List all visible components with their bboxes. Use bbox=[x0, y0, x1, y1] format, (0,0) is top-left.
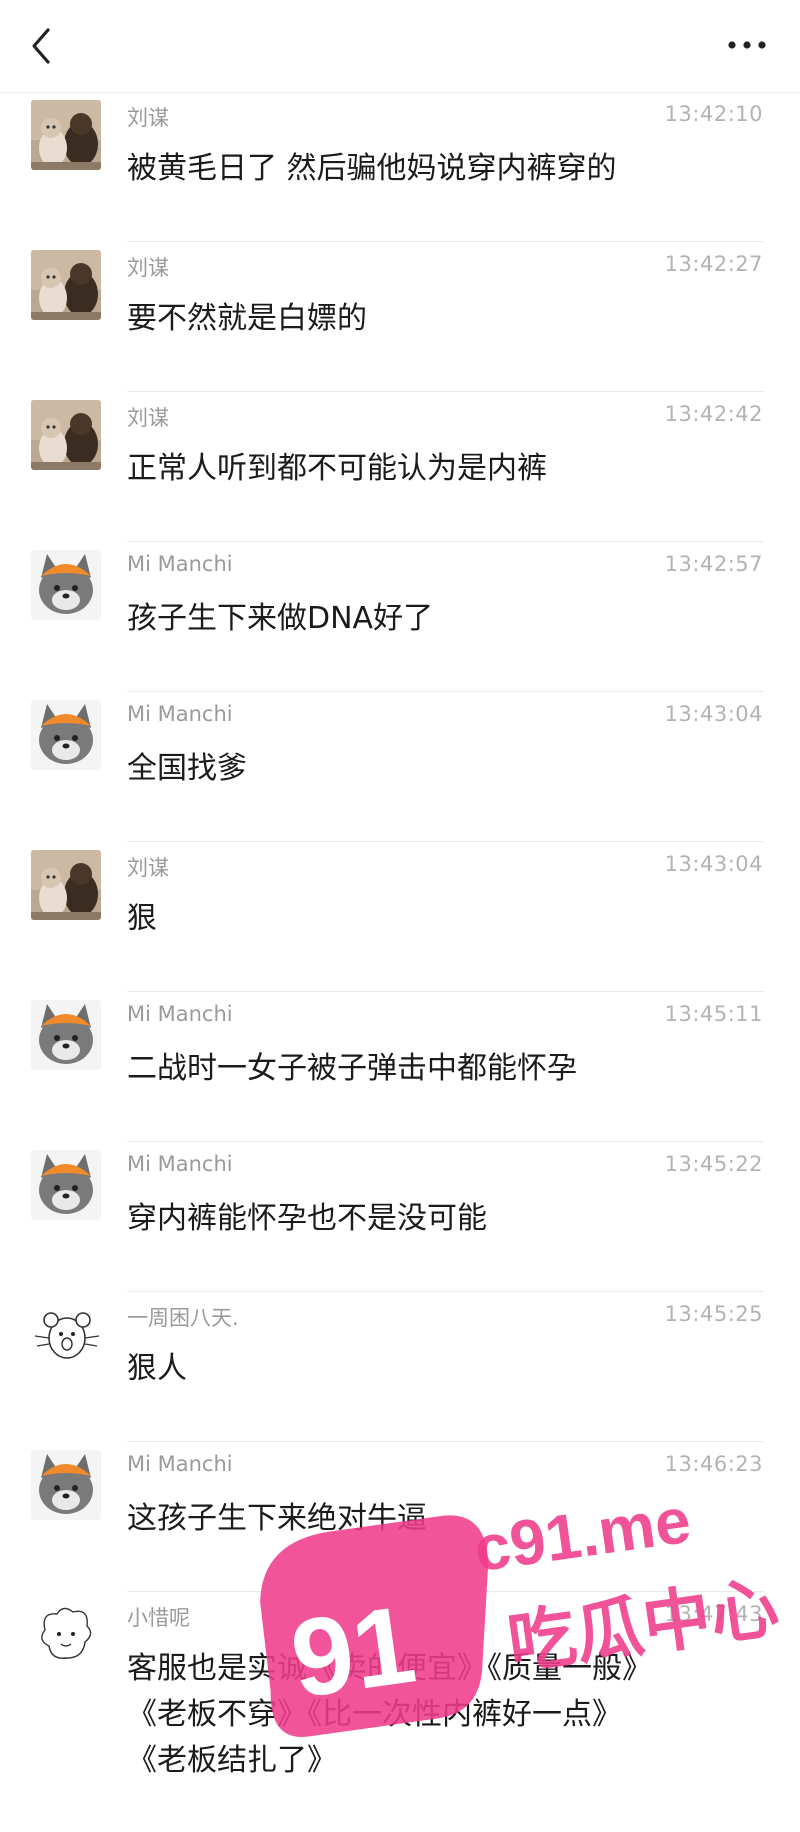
top-bar bbox=[0, 0, 800, 93]
sender-name: Mi Manchi bbox=[127, 1452, 233, 1476]
message-item[interactable]: Mi Manchi 13:42:57 孩子生下来做DNA好了 bbox=[0, 542, 800, 692]
message-item[interactable]: Mi Manchi 13:46:23 这孩子生下来绝对牛逼 bbox=[0, 1442, 800, 1592]
message-time: 13:45:22 bbox=[664, 1152, 763, 1176]
message-text: 狠人 bbox=[127, 1351, 187, 1386]
message-item[interactable]: Mi Manchi 13:45:11 二战时一女子被子弹击中都能怀孕 bbox=[0, 992, 800, 1142]
more-dots-icon bbox=[728, 41, 766, 49]
sender-name: 刘谋 bbox=[127, 856, 169, 880]
message-time: 13:45:25 bbox=[664, 1302, 763, 1326]
message-text: 二战时一女子被子弹击中都能怀孕 bbox=[127, 1051, 577, 1086]
sender-name: 一周困八天. bbox=[127, 1306, 239, 1330]
message-text-line: 客服也是实诚《卖的便宜》《质量一般》 bbox=[127, 1651, 652, 1686]
message-text: 正常人听到都不可能认为是内裤 bbox=[127, 451, 547, 486]
avatar[interactable] bbox=[31, 1150, 101, 1220]
message-item[interactable]: 刘谋 13:43:04 狠 bbox=[0, 842, 800, 992]
avatar[interactable] bbox=[31, 1450, 101, 1520]
message-time: 13:43:04 bbox=[664, 702, 763, 726]
sender-name: Mi Manchi bbox=[127, 1002, 233, 1026]
message-time: 13:45:11 bbox=[664, 1002, 763, 1026]
sender-name: Mi Manchi bbox=[127, 1152, 233, 1176]
message-text: 全国找爹 bbox=[127, 751, 247, 786]
message-time: 13:42:27 bbox=[664, 252, 763, 276]
message-item[interactable]: 一周困八天. 13:45:25 狠人 bbox=[0, 1292, 800, 1442]
back-button[interactable] bbox=[24, 22, 64, 70]
message-text: 穿内裤能怀孕也不是没可能 bbox=[127, 1201, 487, 1236]
avatar[interactable] bbox=[31, 700, 101, 770]
message-time: 13:42:10 bbox=[664, 102, 763, 126]
avatar[interactable] bbox=[31, 1600, 101, 1670]
message-item[interactable]: Mi Manchi 13:45:22 穿内裤能怀孕也不是没可能 bbox=[0, 1142, 800, 1292]
message-text: 狠 bbox=[127, 901, 157, 936]
avatar[interactable] bbox=[31, 550, 101, 620]
message-time: 13:43:04 bbox=[664, 852, 763, 876]
message-item[interactable]: 刘谋 13:42:10 被黄毛日了 然后骗他妈说穿内裤穿的 bbox=[0, 92, 800, 242]
message-text-line: 《老板不穿》《比一次性内裤好一点》 bbox=[127, 1697, 622, 1732]
message-text-line: 《老板结扎了》 bbox=[127, 1743, 337, 1778]
avatar[interactable] bbox=[31, 1300, 101, 1370]
message-item[interactable]: 刘谋 13:42:27 要不然就是白嫖的 bbox=[0, 242, 800, 392]
message-time: 13:42:57 bbox=[664, 552, 763, 576]
message-time: 13:46:23 bbox=[664, 1452, 763, 1476]
sender-name: Mi Manchi bbox=[127, 552, 233, 576]
avatar[interactable] bbox=[31, 100, 101, 170]
message-item[interactable]: 小惜呢 13:47:43 客服也是实诚《卖的便宜》《质量一般》 《老板不穿》《比… bbox=[0, 1592, 800, 1832]
message-text: 孩子生下来做DNA好了 bbox=[127, 601, 434, 636]
message-text: 客服也是实诚《卖的便宜》《质量一般》 《老板不穿》《比一次性内裤好一点》 《老板… bbox=[127, 1646, 767, 1784]
avatar[interactable] bbox=[31, 250, 101, 320]
chevron-left-icon bbox=[32, 28, 50, 64]
sender-name: 小惜呢 bbox=[127, 1606, 190, 1630]
sender-name: 刘谋 bbox=[127, 256, 169, 280]
message-text: 这孩子生下来绝对牛逼 bbox=[127, 1501, 427, 1536]
message-text: 要不然就是白嫖的 bbox=[127, 301, 367, 336]
message-item[interactable]: Mi Manchi 13:43:04 全国找爹 bbox=[0, 692, 800, 842]
message-time: 13:47:43 bbox=[664, 1602, 763, 1626]
avatar[interactable] bbox=[31, 850, 101, 920]
message-text: 被黄毛日了 然后骗他妈说穿内裤穿的 bbox=[127, 151, 617, 186]
sender-name: 刘谋 bbox=[127, 106, 169, 130]
more-options-button[interactable] bbox=[724, 30, 770, 60]
message-item[interactable]: 刘谋 13:42:42 正常人听到都不可能认为是内裤 bbox=[0, 392, 800, 542]
sender-name: Mi Manchi bbox=[127, 702, 233, 726]
message-list: 刘谋 13:42:10 被黄毛日了 然后骗他妈说穿内裤穿的 刘谋 13:42:2… bbox=[0, 92, 800, 1832]
sender-name: 刘谋 bbox=[127, 406, 169, 430]
message-time: 13:42:42 bbox=[664, 402, 763, 426]
avatar[interactable] bbox=[31, 400, 101, 470]
avatar[interactable] bbox=[31, 1000, 101, 1070]
